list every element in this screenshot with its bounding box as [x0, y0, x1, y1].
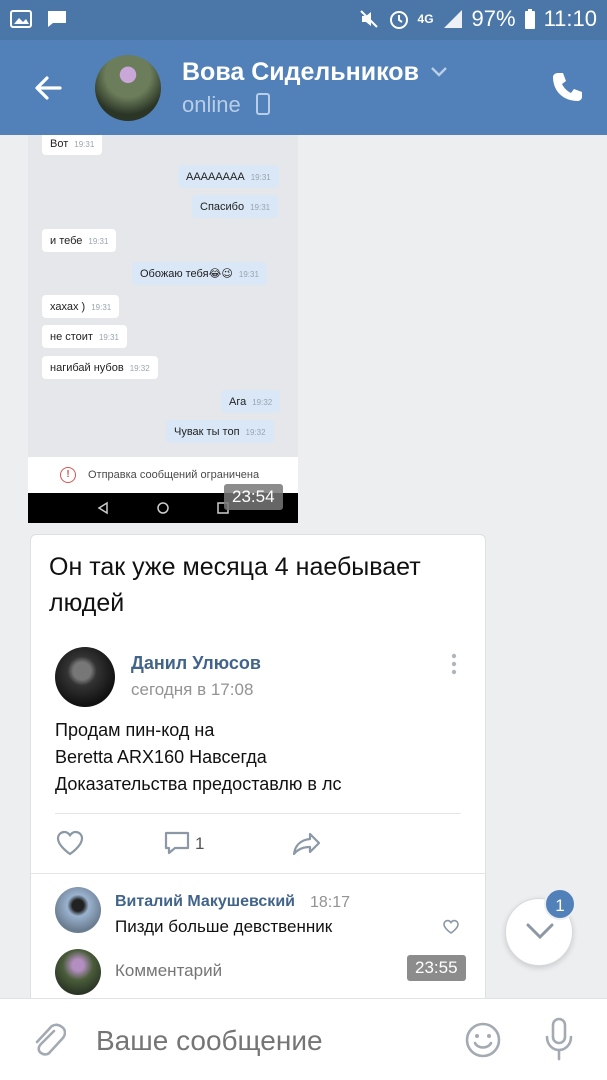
battery-percent: 97%: [471, 6, 516, 31]
signal-icon: [443, 10, 462, 28]
alarm-icon: [389, 11, 408, 29]
post-author-avatar[interactable]: [55, 647, 115, 707]
comment-input[interactable]: [115, 961, 395, 981]
attach-paperclip-icon[interactable]: [30, 1021, 66, 1061]
post-author-name[interactable]: Данил Улюсов: [131, 653, 261, 674]
timestamp-overlay: 23:54: [224, 484, 283, 510]
restriction-text: Отправка сообщений ограничена: [88, 469, 260, 481]
more-options-icon[interactable]: [451, 653, 457, 675]
message-bubble-out: Обожаю тебя😂😉 19:31: [132, 262, 267, 285]
unread-count-badge: 1: [544, 888, 576, 920]
post-body: Продам пин-код на Beretta ARX160 Навсегд…: [55, 717, 341, 798]
clock: 11:10: [543, 6, 597, 31]
message-bubble-out: Чувак ты топ 19:32: [166, 420, 274, 443]
message-bubble-in: хахах ) 19:31: [42, 295, 120, 318]
comment-like-icon[interactable]: [442, 919, 460, 935]
post-actions: 1: [55, 829, 355, 859]
status-bar: 4G 97% 11:10: [0, 0, 607, 40]
post-line: Beretta ARX160 Навсегда: [55, 747, 267, 767]
nav-back-icon: [97, 501, 108, 515]
battery-icon: [524, 9, 535, 29]
message-bubble-in: не стоит 19:31: [42, 325, 127, 348]
message-bubble-out: Спасибо 19:31: [192, 195, 279, 218]
contact-avatar[interactable]: [95, 55, 161, 121]
phone-call-icon[interactable]: [550, 70, 584, 104]
nav-home-icon: [157, 502, 169, 514]
my-avatar: [55, 949, 101, 995]
embedded-chat-screenshot: Вот 19:31 АААААААА 19:31 Спасибо 19:31 и те…: [28, 135, 298, 523]
comment-bubble-icon[interactable]: [163, 829, 191, 857]
comment-time: 18:17: [310, 894, 351, 911]
message-bubble-out: АААААААА 19:31: [178, 165, 279, 188]
message-bubble-in: Вот 19:31: [42, 135, 103, 155]
emoji-icon[interactable]: [464, 1021, 502, 1059]
post-caption: Он так уже месяца 4 наебывает людей: [49, 553, 421, 617]
mobile-device-icon: [256, 93, 270, 115]
message-bubble-in: и тебе 19:31: [42, 229, 117, 252]
message-composer: [0, 998, 607, 1080]
message-bubble-in: нагибай нубов 19:32: [42, 356, 158, 379]
back-arrow-icon[interactable]: [30, 70, 66, 106]
network-label: 4G: [417, 12, 434, 26]
chevron-down-icon: [526, 923, 554, 940]
notification-icons: [10, 8, 68, 30]
commenter-name[interactable]: Виталий Макушевский: [115, 893, 295, 911]
comment-count: 1: [195, 834, 205, 853]
message-notification-icon: [48, 11, 66, 27]
message-input[interactable]: [96, 1023, 426, 1059]
divider: [31, 873, 487, 874]
commenter-avatar[interactable]: [55, 887, 101, 933]
contact-name[interactable]: Вова Сидельников: [182, 58, 419, 87]
post-date: сегодня в 17:08: [131, 680, 254, 699]
divider: [55, 813, 461, 814]
post-line: Доказательства предоставлю в лс: [55, 774, 342, 794]
image-notification-icon: [10, 10, 32, 28]
mute-icon: [359, 10, 378, 28]
warning-icon: !: [60, 467, 76, 483]
chevron-down-icon[interactable]: [430, 66, 448, 78]
share-arrow-icon[interactable]: [291, 829, 323, 857]
like-heart-icon[interactable]: [55, 829, 85, 857]
message-bubble-out: Ага 19:32: [221, 390, 281, 413]
contact-status: online: [182, 92, 241, 117]
post-line: Продам пин-код на: [55, 720, 215, 740]
chat-header: Вова Сидельников online: [0, 40, 607, 135]
comment-text: Пизди больше девственник: [115, 917, 333, 936]
microphone-icon[interactable]: [543, 1017, 575, 1061]
timestamp-overlay: 23:55: [407, 955, 466, 981]
forwarded-post-card: Он так уже месяца 4 наебывает людей Дани…: [30, 534, 487, 1004]
